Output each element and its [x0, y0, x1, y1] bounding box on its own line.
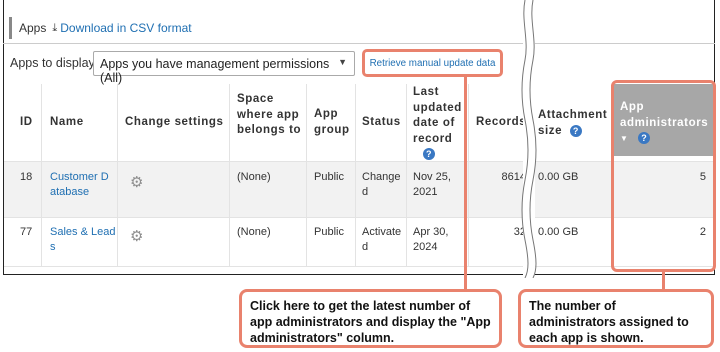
row1-id: 18: [20, 171, 33, 183]
help-icon[interactable]: ?: [569, 124, 582, 137]
row2-attachment: 0.00 GB: [538, 226, 579, 238]
download-icon[interactable]: ⤓: [52, 22, 57, 35]
retrieve-manual-update-button[interactable]: Retrieve manual update data: [362, 49, 503, 77]
row1-group: Public: [314, 171, 344, 183]
row2-app-name-link[interactable]: Sales & Lead s: [50, 225, 116, 255]
callout-connector-right: [662, 272, 665, 289]
row2-status: Activate d: [362, 226, 402, 253]
row2-records: 32: [513, 226, 526, 238]
table-break-line: [521, 0, 537, 278]
row2-last-updated: Apr 30, 2024: [413, 226, 449, 253]
apps-header: Apps ⤓ Download in CSV format: [9, 17, 192, 39]
column-divider: [229, 84, 230, 267]
column-divider: [468, 84, 469, 267]
column-header-id[interactable]: ID: [20, 115, 33, 131]
column-header-name[interactable]: Name: [50, 115, 84, 131]
header-divider: [3, 43, 715, 44]
retrieve-manual-update-label: Retrieve manual update data: [369, 57, 496, 69]
row1-app-name-link[interactable]: Customer D atabase: [50, 170, 112, 200]
apps-to-display-label: Apps to display: [10, 56, 95, 70]
column-header-records[interactable]: Records: [476, 115, 526, 131]
column-header-attachment-size[interactable]: Attachment size ?: [538, 108, 610, 139]
column-header-change-settings: Change settings: [125, 116, 224, 128]
apps-filter-select[interactable]: Apps you have management permissions (Al…: [93, 51, 355, 85]
page-title: Apps: [19, 21, 47, 35]
column-header-last-updated[interactable]: Last updated date of record ?: [413, 85, 465, 163]
column-header-status[interactable]: Status: [362, 115, 401, 131]
column-header-app-group[interactable]: App group: [314, 107, 354, 138]
row1-status: Change d: [362, 171, 401, 198]
column-divider: [406, 84, 407, 267]
row-divider: [4, 266, 714, 267]
callout-retrieve-explanation: Click here to get the latest number of a…: [239, 289, 502, 348]
row1-last-updated: Nov 25, 2021: [413, 171, 451, 198]
header-row-divider: [4, 161, 714, 162]
download-csv-link[interactable]: Download in CSV format: [60, 21, 191, 35]
row2-space: (None): [237, 226, 271, 238]
column-divider: [306, 84, 307, 267]
admin-column-highlight: [611, 80, 716, 272]
row2-group: Public: [314, 226, 344, 238]
row1-space: (None): [237, 171, 271, 183]
row1-attachment: 0.00 GB: [538, 171, 579, 183]
row2-id: 77: [20, 226, 33, 238]
column-divider: [41, 84, 42, 267]
column-divider: [355, 84, 356, 267]
row-divider: [4, 217, 714, 218]
column-divider: [117, 84, 118, 267]
dropdown-arrow-icon: ▼: [338, 57, 347, 67]
help-icon[interactable]: ?: [423, 148, 435, 160]
column-header-last-updated-label: Last updated date of record: [413, 86, 462, 145]
gear-icon[interactable]: ⚙: [130, 227, 143, 245]
column-header-space[interactable]: Space where app belongs to: [237, 92, 305, 139]
row1-records: 8614: [501, 171, 526, 183]
callout-connector-left: [464, 77, 467, 291]
gear-icon[interactable]: ⚙: [130, 173, 143, 191]
callout-admin-count-explanation: The number of administrators assigned to…: [518, 289, 714, 348]
